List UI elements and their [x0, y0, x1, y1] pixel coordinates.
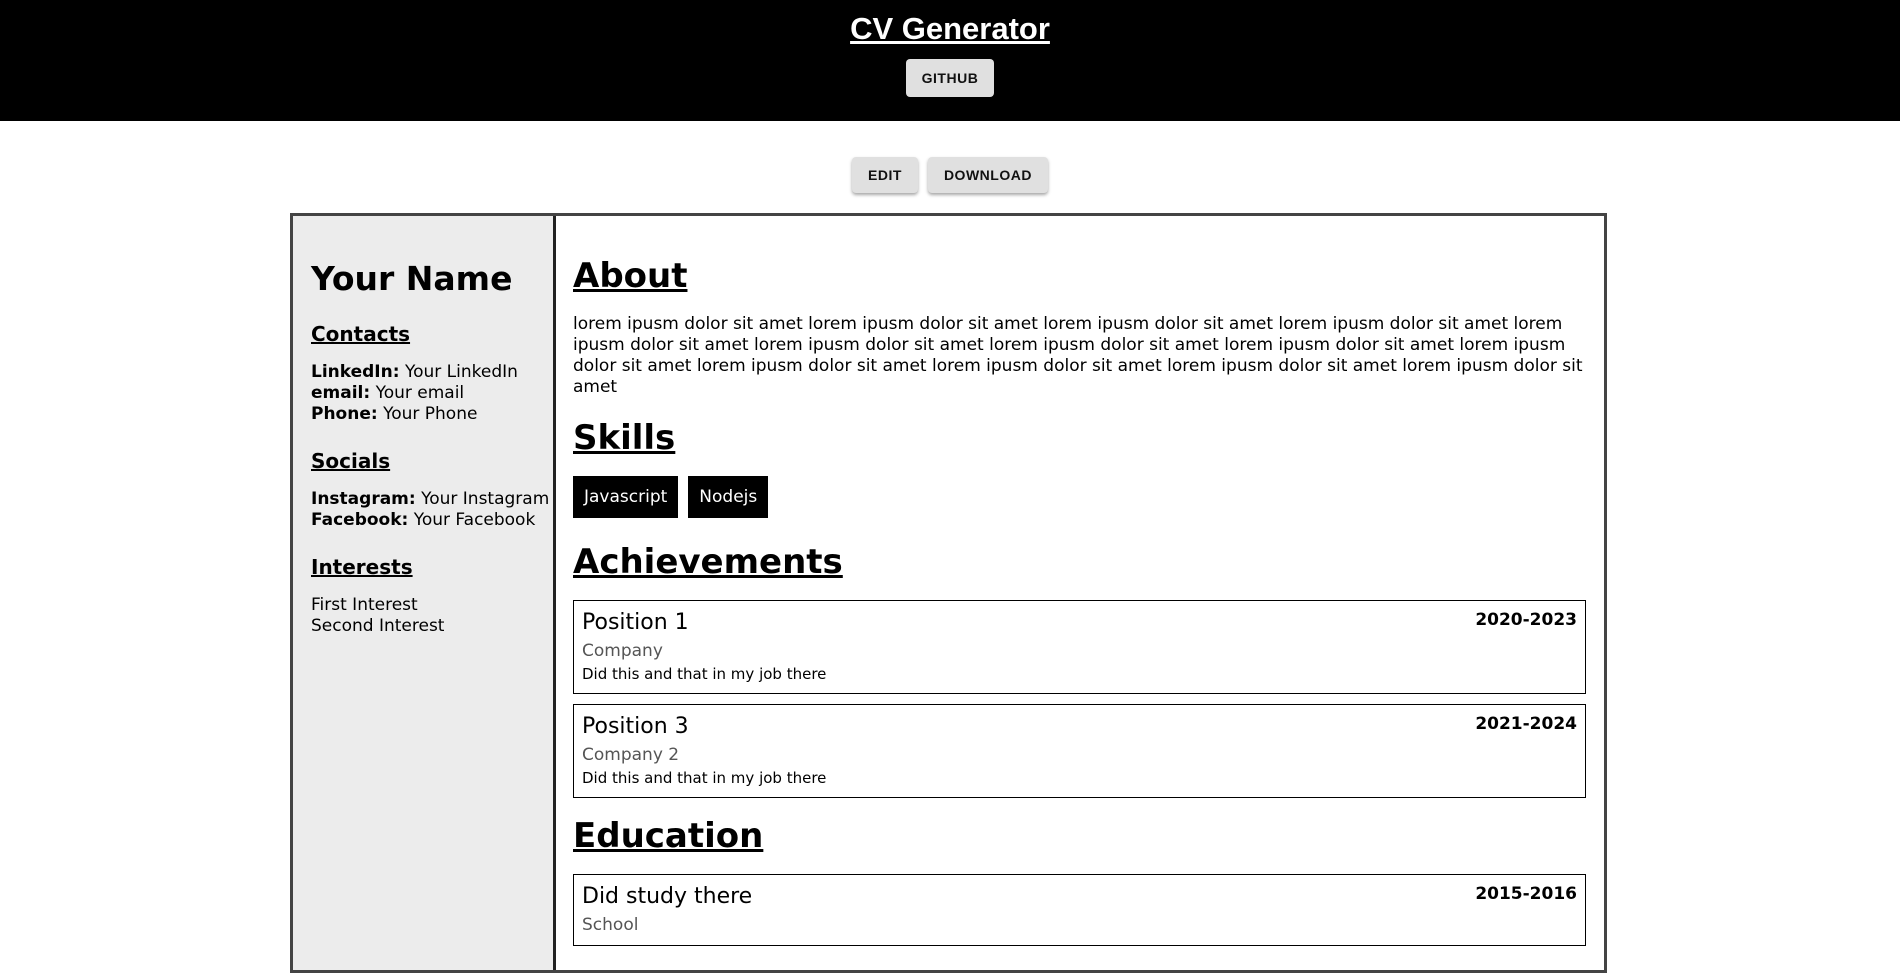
achievement-company: Company [582, 641, 663, 661]
contact-phone: Phone: Your Phone [311, 404, 553, 425]
cv-main: About lorem ipusm dolor sit amet lorem i… [556, 216, 1604, 970]
github-button[interactable]: GITHUB [905, 59, 995, 97]
skills-list: Javascript Nodejs [573, 476, 1586, 518]
achievement-desc: Did this and that in my job there [582, 665, 827, 683]
interests-heading: Interests [311, 555, 413, 579]
edit-button[interactable]: EDIT [852, 157, 918, 193]
contacts-list: LinkedIn: Your LinkedIn email: Your emai… [311, 362, 553, 425]
education-title: Did study there [582, 884, 753, 909]
top-header: CV Generator GITHUB [0, 0, 1900, 121]
action-bar: EDIT DOWNLOAD [0, 157, 1900, 193]
contacts-heading: Contacts [311, 322, 411, 346]
education-date: 2015-2016 [1475, 884, 1577, 904]
education-heading: Education [573, 816, 764, 856]
achievement-card: Position 3 2021-2024 Company 2 Did this … [573, 704, 1586, 798]
social-facebook: Facebook: Your Facebook [311, 510, 553, 531]
social-instagram: Instagram: Your Instagram [311, 489, 553, 510]
achievement-desc: Did this and that in my job there [582, 769, 827, 787]
social-value: Your Instagram [421, 489, 550, 509]
achievement-date: 2020-2023 [1475, 610, 1577, 630]
cv-sidebar: Your Name Contacts LinkedIn: Your Linked… [293, 216, 556, 970]
cv-preview: Your Name Contacts LinkedIn: Your Linked… [290, 213, 1607, 973]
download-button[interactable]: DOWNLOAD [927, 157, 1048, 193]
skill-tag: Nodejs [688, 476, 769, 518]
interests-list: First Interest Second Interest [311, 595, 553, 637]
about-heading: About [573, 256, 688, 296]
skills-heading: Skills [573, 418, 676, 458]
achievement-card: Position 1 2020-2023 Company Did this an… [573, 600, 1586, 694]
interest-item: First Interest [311, 595, 418, 615]
social-label: Facebook: [311, 510, 409, 530]
education-card: Did study there 2015-2016 School [573, 874, 1586, 946]
achievements-heading: Achievements [573, 542, 843, 582]
interest-item: Second Interest [311, 616, 445, 636]
social-value: Your Facebook [413, 510, 536, 530]
skill-tag: Javascript [573, 476, 679, 518]
achievement-title: Position 3 [582, 714, 689, 739]
contact-value: Your email [375, 383, 465, 403]
achievement-date: 2021-2024 [1475, 714, 1577, 734]
contact-email: email: Your email [311, 383, 553, 404]
socials-heading: Socials [311, 449, 391, 473]
about-text: lorem ipusm dolor sit amet lorem ipusm d… [573, 314, 1583, 397]
achievement-title: Position 1 [582, 610, 689, 635]
achievement-company: Company 2 [582, 745, 680, 765]
contact-label: Phone: [311, 404, 378, 424]
contact-label: LinkedIn: [311, 362, 400, 382]
socials-list: Instagram: Your Instagram Facebook: Your… [311, 489, 553, 531]
social-label: Instagram: [311, 489, 416, 509]
contact-value: Your Phone [383, 404, 478, 424]
cv-name: Your Name [311, 259, 513, 298]
education-school: School [582, 915, 639, 935]
contact-value: Your LinkedIn [404, 362, 518, 382]
contact-linkedin: LinkedIn: Your LinkedIn [311, 362, 553, 383]
contact-label: email: [311, 383, 371, 403]
app-title: CV Generator [850, 11, 1050, 46]
